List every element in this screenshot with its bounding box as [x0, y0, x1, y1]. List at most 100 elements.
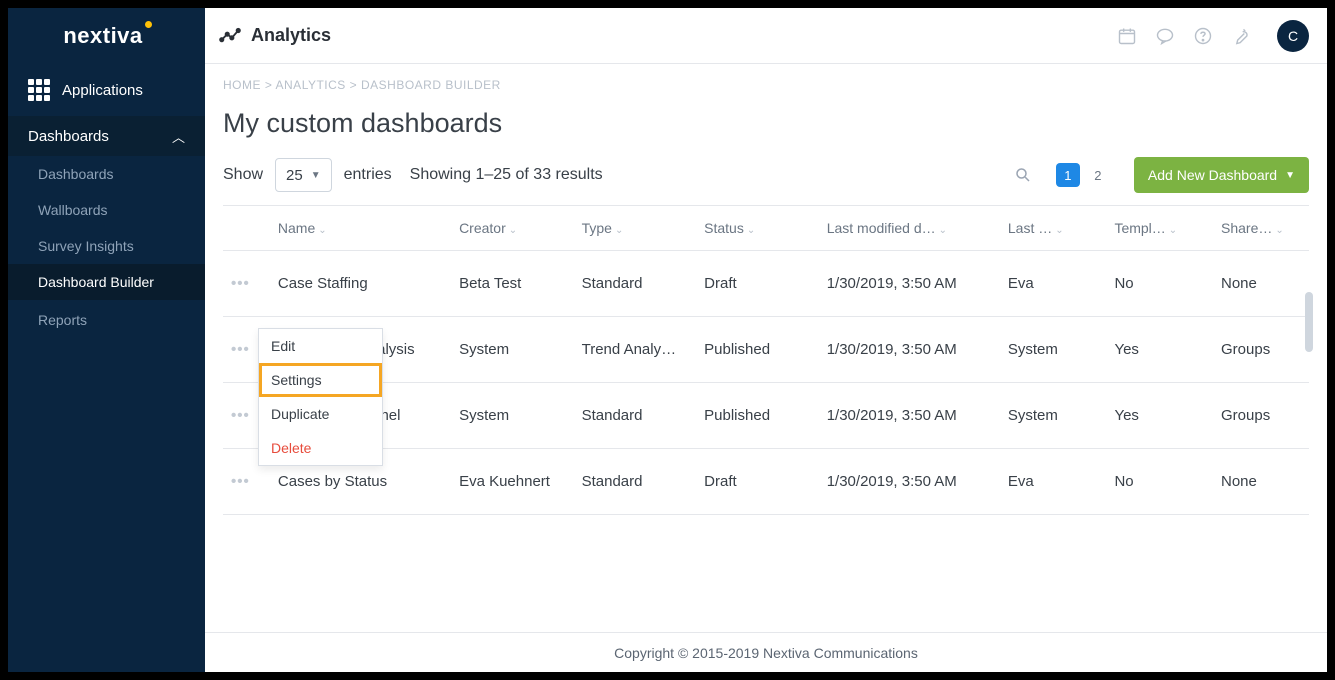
topbar-title: Analytics	[251, 25, 331, 46]
caret-down-icon: ▼	[1285, 170, 1295, 181]
show-label: Show	[223, 166, 263, 184]
help-icon[interactable]	[1193, 26, 1213, 46]
add-dashboard-label: Add New Dashboard	[1148, 167, 1277, 183]
cell-template: No	[1106, 449, 1213, 515]
col-modified[interactable]: Last modified d…⌄	[819, 206, 1000, 251]
page-1[interactable]: 1	[1056, 163, 1080, 187]
entries-value: 25	[286, 167, 303, 184]
sidebar-section-label: Dashboards	[28, 128, 109, 145]
sort-icon: ⌄	[509, 225, 517, 236]
cell-lastby: System	[1000, 383, 1107, 449]
entries-select[interactable]: 25 ▼	[275, 158, 332, 192]
cell-shared: None	[1213, 449, 1309, 515]
row-actions-icon[interactable]: •••	[231, 407, 250, 424]
row-actions-icon[interactable]: •••	[231, 473, 250, 490]
col-creator[interactable]: Creator⌄	[451, 206, 574, 251]
sidebar-item-dashboards[interactable]: Dashboards	[8, 156, 205, 192]
add-dashboard-button[interactable]: Add New Dashboard ▼	[1134, 157, 1309, 193]
sidebar: nextiva Applications Dashboards ︿ Dashbo…	[8, 8, 205, 672]
brand-text: nextiva	[63, 23, 142, 49]
results-text: Showing 1–25 of 33 results	[410, 166, 603, 184]
cell-template: No	[1106, 251, 1213, 317]
caret-down-icon: ▼	[311, 170, 321, 181]
sidebar-item-reports[interactable]: Reports	[8, 300, 205, 340]
cell-shared: Groups	[1213, 317, 1309, 383]
col-status[interactable]: Status⌄	[696, 206, 819, 251]
topbar-title-group: Analytics	[219, 25, 331, 47]
cell-template: Yes	[1106, 317, 1213, 383]
page-2[interactable]: 2	[1086, 163, 1110, 187]
sidebar-item-dashboard-builder[interactable]: Dashboard Builder	[8, 264, 205, 300]
sort-icon: ⌄	[1275, 225, 1283, 236]
sort-icon: ⌄	[1055, 225, 1063, 236]
wrench-icon[interactable]	[1231, 26, 1251, 46]
sort-icon: ⌄	[939, 225, 947, 236]
ctx-settings[interactable]: Settings	[259, 363, 382, 397]
sidebar-subnav: Dashboards Wallboards Survey Insights Da…	[8, 156, 205, 300]
col-type[interactable]: Type⌄	[574, 206, 697, 251]
entries-suffix: entries	[344, 166, 392, 184]
table-row[interactable]: •••Case Trend AnalysisSystemTrend Analy……	[223, 317, 1309, 383]
cell-type: Standard	[574, 251, 697, 317]
chat-icon[interactable]	[1155, 26, 1175, 46]
dashboards-table: Name⌄ Creator⌄ Type⌄ Status⌄ Last modifi…	[223, 205, 1309, 515]
page-title: My custom dashboards	[205, 92, 1327, 157]
chevron-up-icon: ︿	[172, 127, 185, 146]
scrollbar-thumb[interactable]	[1305, 292, 1313, 352]
sort-icon: ⌄	[747, 225, 755, 236]
cell-creator: System	[451, 317, 574, 383]
brand-dot-icon	[145, 21, 152, 28]
cell-name: Case Staffing	[270, 251, 451, 317]
sidebar-item-survey-insights[interactable]: Survey Insights	[8, 228, 205, 264]
user-avatar[interactable]: C	[1277, 20, 1309, 52]
col-name[interactable]: Name⌄	[270, 206, 451, 251]
cell-modified: 1/30/2019, 3:50 AM	[819, 317, 1000, 383]
topbar-icons: C	[1117, 20, 1309, 52]
cell-creator: Eva Kuehnert	[451, 449, 574, 515]
ctx-edit[interactable]: Edit	[259, 329, 382, 363]
table-header-row: Name⌄ Creator⌄ Type⌄ Status⌄ Last modifi…	[223, 206, 1309, 251]
sort-icon: ⌄	[615, 225, 623, 236]
sort-icon: ⌄	[1169, 225, 1177, 236]
cell-modified: 1/30/2019, 3:50 AM	[819, 383, 1000, 449]
cell-lastby: System	[1000, 317, 1107, 383]
cell-status: Published	[696, 317, 819, 383]
row-context-menu: Edit Settings Duplicate Delete	[258, 328, 383, 466]
sort-icon: ⌄	[318, 225, 326, 236]
cell-type: Standard	[574, 449, 697, 515]
cell-status: Draft	[696, 251, 819, 317]
search-icon[interactable]	[1014, 166, 1032, 184]
col-shared[interactable]: Share…⌄	[1213, 206, 1309, 251]
cell-modified: 1/30/2019, 3:50 AM	[819, 251, 1000, 317]
table-row[interactable]: •••Cases by StatusEva KuehnertStandardDr…	[223, 449, 1309, 515]
col-template[interactable]: Templ…⌄	[1106, 206, 1213, 251]
cell-shared: Groups	[1213, 383, 1309, 449]
cell-type: Standard	[574, 383, 697, 449]
table-controls: Show 25 ▼ entries Showing 1–25 of 33 res…	[205, 157, 1327, 205]
cell-creator: Beta Test	[451, 251, 574, 317]
cell-shared: None	[1213, 251, 1309, 317]
row-actions-icon[interactable]: •••	[231, 341, 250, 358]
cell-status: Published	[696, 383, 819, 449]
col-lastby[interactable]: Last …⌄	[1000, 206, 1107, 251]
cell-modified: 1/30/2019, 3:50 AM	[819, 449, 1000, 515]
ctx-delete[interactable]: Delete	[259, 431, 382, 465]
sidebar-section-dashboards[interactable]: Dashboards ︿	[8, 116, 205, 156]
table-row[interactable]: ••• Case StaffingBeta TestStandardDraft1/…	[223, 251, 1309, 317]
brand-logo: nextiva	[8, 8, 205, 64]
topbar: Analytics C	[205, 8, 1327, 64]
calendar-icon[interactable]	[1117, 26, 1137, 46]
row-actions-icon[interactable]: •••	[231, 275, 250, 292]
cell-status: Draft	[696, 449, 819, 515]
table-row[interactable]: •••Cases by ChannelSystemStandardPublish…	[223, 383, 1309, 449]
ctx-duplicate[interactable]: Duplicate	[259, 397, 382, 431]
cell-creator: System	[451, 383, 574, 449]
sidebar-item-wallboards[interactable]: Wallboards	[8, 192, 205, 228]
cell-type: Trend Analy…	[574, 317, 697, 383]
applications-nav[interactable]: Applications	[8, 64, 205, 116]
cell-lastby: Eva	[1000, 251, 1107, 317]
footer: Copyright © 2015-2019 Nextiva Communicat…	[205, 632, 1327, 672]
apps-grid-icon	[28, 79, 50, 101]
breadcrumb[interactable]: HOME > ANALYTICS > DASHBOARD BUILDER	[205, 64, 1327, 92]
applications-label: Applications	[62, 82, 143, 99]
